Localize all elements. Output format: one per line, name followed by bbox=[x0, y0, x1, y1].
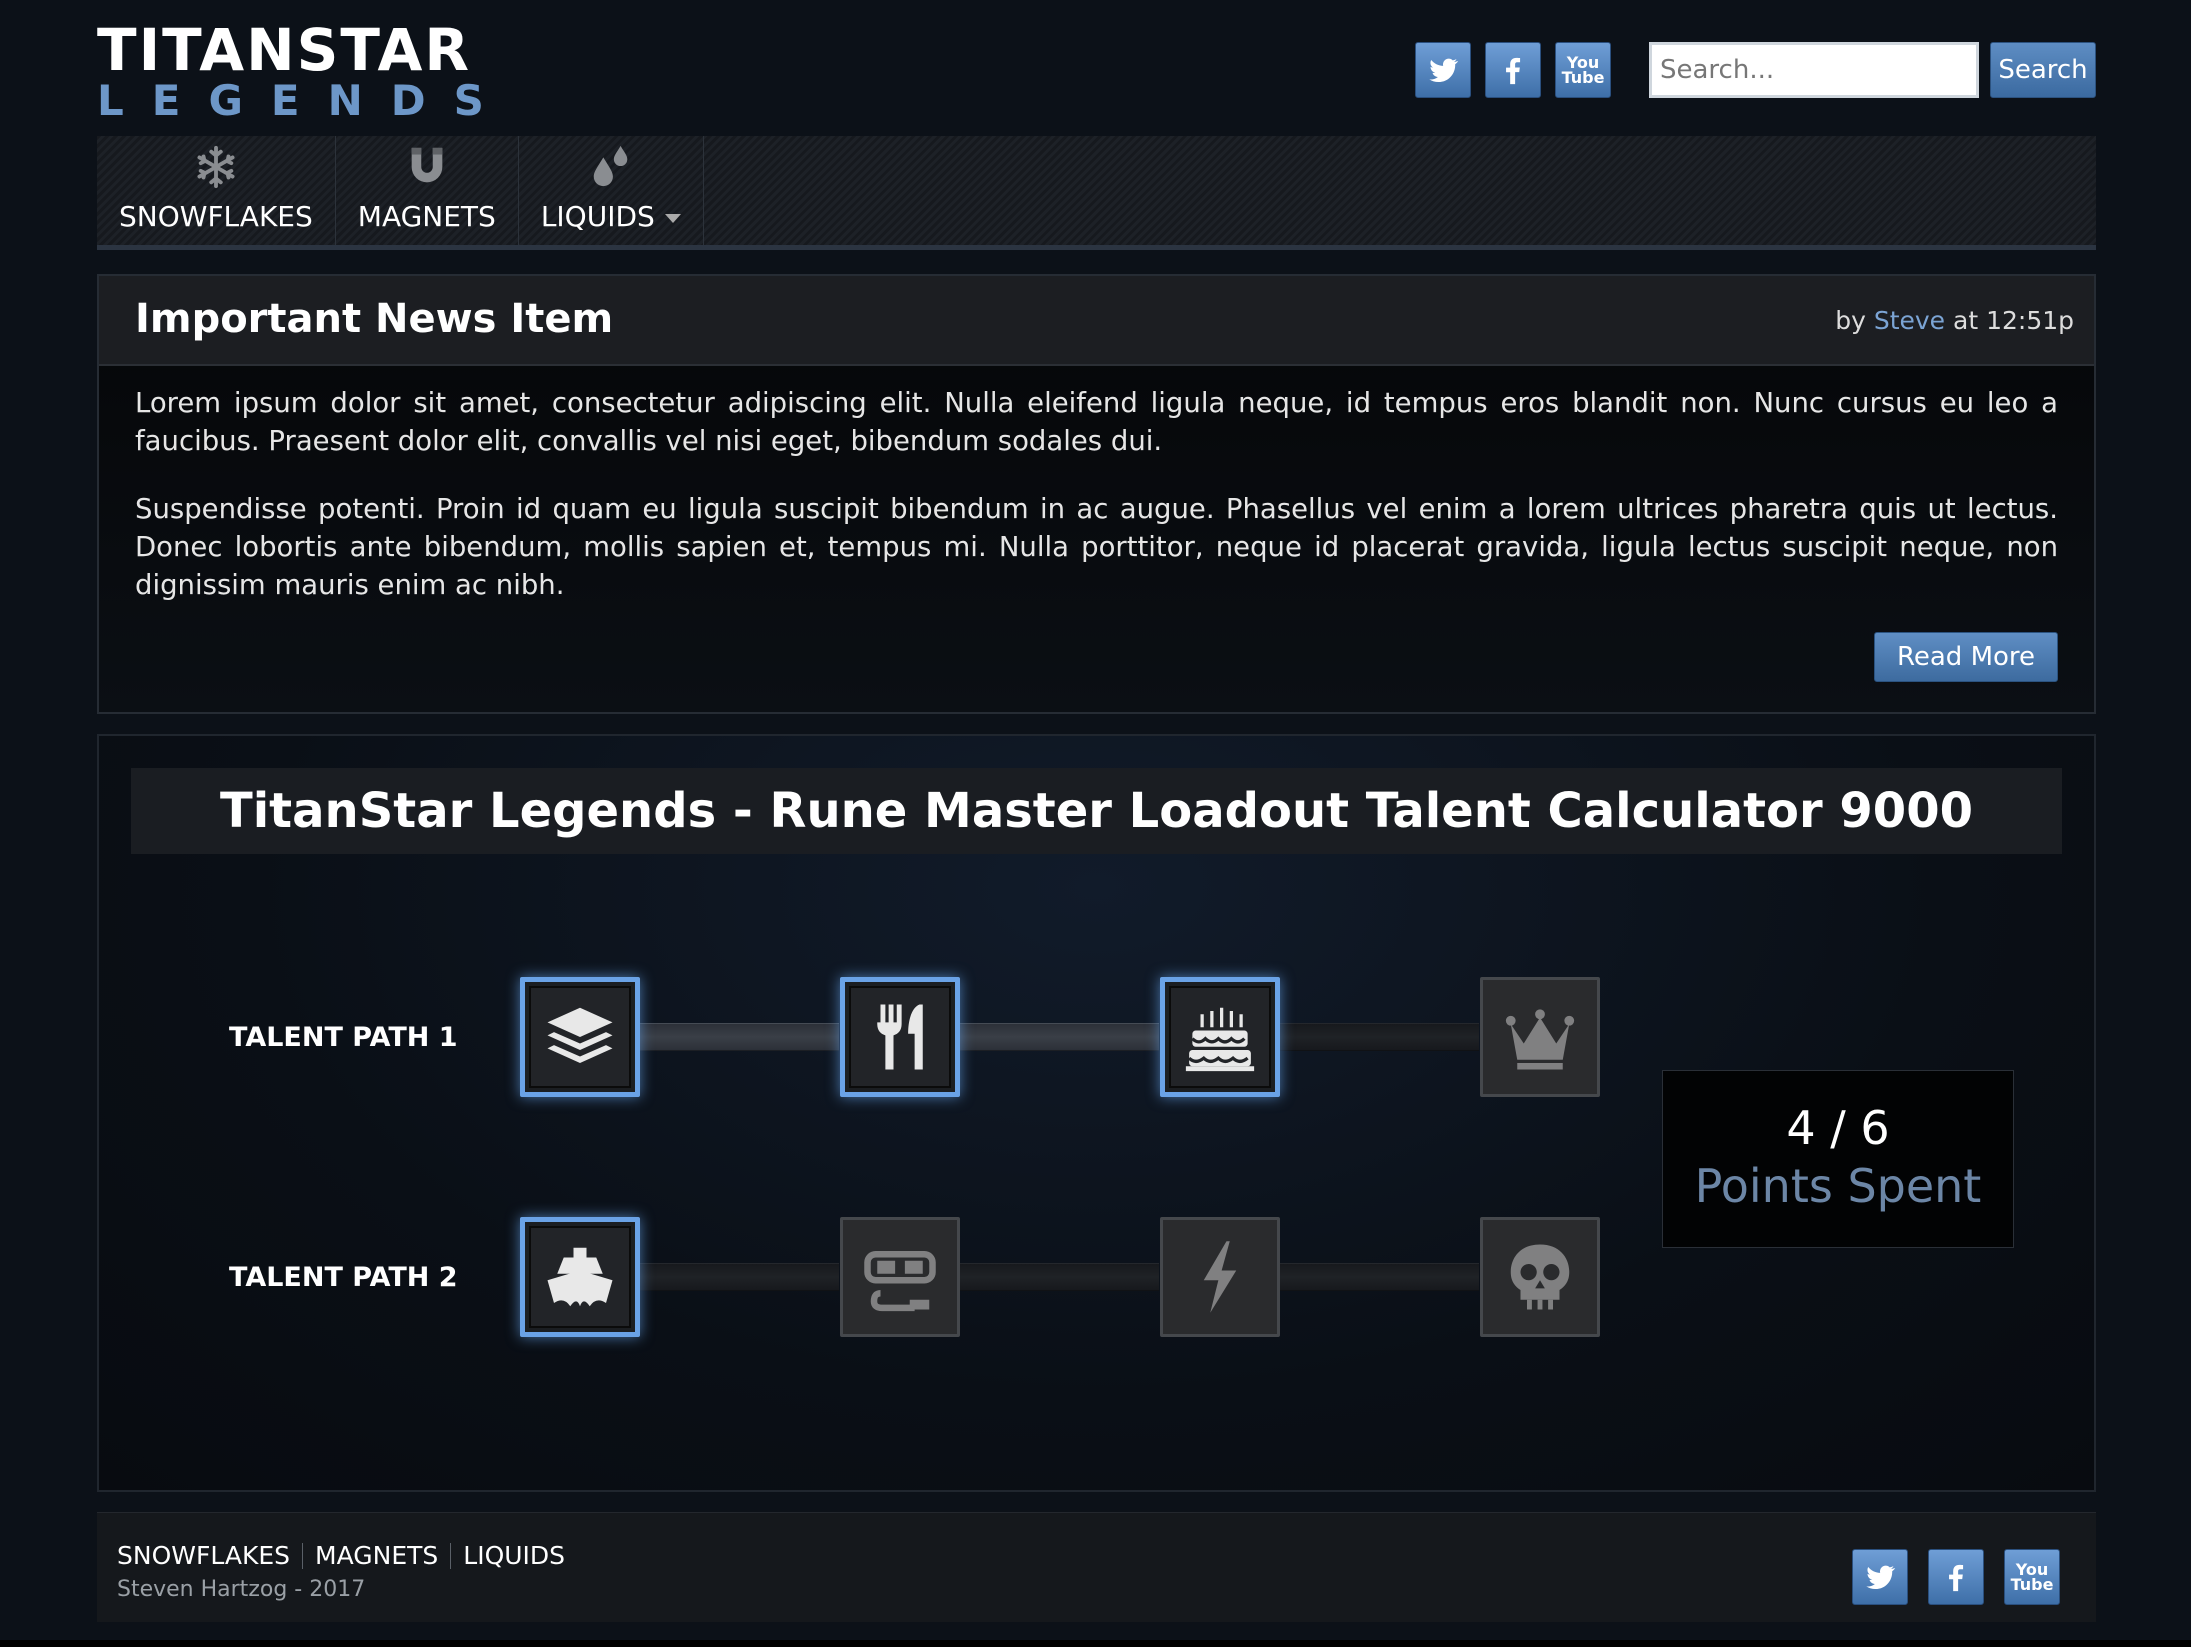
read-more-button[interactable]: Read More bbox=[1874, 632, 2058, 682]
search-input[interactable] bbox=[1649, 42, 1979, 98]
points-spent-label: Points Spent bbox=[1694, 1159, 1982, 1213]
nav-label-snowflakes: SNOWFLAKES bbox=[119, 200, 313, 233]
talent-path-2-label: TALENT PATH 2 bbox=[229, 1262, 458, 1293]
news-body: Lorem ipsum dolor sit amet, consectetur … bbox=[99, 366, 2094, 604]
news-title: Important News Item bbox=[135, 296, 614, 342]
facebook-button[interactable] bbox=[1928, 1549, 1984, 1605]
footer-links: SNOWFLAKES MAGNETS LIQUIDS bbox=[117, 1543, 577, 1569]
youtube-icon: You Tube bbox=[1561, 55, 1605, 87]
rune-lightning[interactable] bbox=[1160, 1217, 1280, 1337]
nav-item-liquids[interactable]: LIQUIDS bbox=[519, 136, 704, 245]
news-by: by bbox=[1835, 306, 1866, 335]
rune-cake[interactable] bbox=[1160, 977, 1280, 1097]
nav-item-snowflakes[interactable]: SNOWFLAKES bbox=[97, 136, 336, 245]
search-button[interactable]: Search bbox=[1990, 42, 2096, 98]
footer: SNOWFLAKES MAGNETS LIQUIDS Steven Hartzo… bbox=[97, 1512, 2096, 1622]
footer-link-magnets[interactable]: MAGNETS bbox=[303, 1543, 452, 1569]
rune-skull[interactable] bbox=[1480, 1217, 1600, 1337]
main-nav: SNOWFLAKES MAGNETS LIQUIDS bbox=[97, 136, 2096, 250]
youtube-icon: You Tube bbox=[2010, 1562, 2054, 1594]
scuba-mask-icon bbox=[864, 1251, 936, 1312]
magnet-icon bbox=[411, 147, 443, 183]
youtube-button[interactable]: You Tube bbox=[2004, 1549, 2060, 1605]
footer-link-snowflakes[interactable]: SNOWFLAKES bbox=[117, 1543, 304, 1569]
points-spent-value: 4 / 6 bbox=[1786, 1101, 1890, 1155]
talent-path-1-label: TALENT PATH 1 bbox=[229, 1022, 458, 1053]
twitter-button[interactable] bbox=[1852, 1549, 1908, 1605]
twitter-button[interactable] bbox=[1415, 42, 1471, 98]
crown-icon bbox=[1505, 1009, 1575, 1070]
nav-label-liquids: LIQUIDS bbox=[540, 200, 655, 233]
talent-calculator: TitanStar Legends - Rune Master Loadout … bbox=[97, 734, 2096, 1492]
ship-icon bbox=[547, 1247, 613, 1307]
facebook-button[interactable] bbox=[1485, 42, 1541, 98]
nav-label-magnets: MAGNETS bbox=[357, 200, 496, 233]
twitter-icon bbox=[1866, 1565, 1896, 1590]
twitter-icon bbox=[1429, 58, 1459, 83]
points-spent-panel: 4 / 6 Points Spent bbox=[1662, 1070, 2014, 1248]
news-header: Important News Item by Steve at 12:51p bbox=[99, 276, 2094, 366]
nav-item-magnets[interactable]: MAGNETS bbox=[336, 136, 519, 245]
logo-title: TITANSTAR bbox=[97, 16, 472, 84]
calculator-title-bar: TitanStar Legends - Rune Master Loadout … bbox=[131, 768, 2062, 854]
droplets-icon bbox=[593, 145, 628, 187]
talent-connector bbox=[959, 1263, 1159, 1291]
rune-crown[interactable] bbox=[1480, 977, 1600, 1097]
stack-icon bbox=[547, 1007, 613, 1063]
nav-label-liquids-wrap: LIQUIDS bbox=[541, 200, 681, 233]
bottom-strip bbox=[0, 1640, 2191, 1647]
skull-icon bbox=[1510, 1244, 1570, 1310]
lightning-icon bbox=[1203, 1241, 1237, 1313]
talent-connector bbox=[639, 1023, 839, 1051]
header-social-links: You Tube bbox=[1415, 42, 1611, 98]
footer-social-links: You Tube bbox=[1852, 1549, 2060, 1605]
fork-knife-icon bbox=[877, 1004, 923, 1070]
news-paragraph: Suspendisse potenti. Proin id quam eu li… bbox=[135, 493, 2058, 601]
rune-stack[interactable] bbox=[520, 977, 640, 1097]
facebook-icon bbox=[1506, 57, 1521, 85]
youtube-button[interactable]: You Tube bbox=[1555, 42, 1611, 98]
talent-connector bbox=[639, 1263, 839, 1291]
news-meta: by Steve at 12:51p bbox=[1835, 306, 2074, 335]
facebook-icon bbox=[1949, 1564, 1964, 1592]
snowflake-icon bbox=[197, 145, 235, 189]
chevron-down-icon bbox=[664, 213, 681, 223]
rune-ship[interactable] bbox=[520, 1217, 640, 1337]
copyright: Steven Hartzog - 2017 bbox=[117, 1577, 366, 1602]
talent-connector bbox=[1279, 1263, 1479, 1291]
footer-link-liquids[interactable]: LIQUIDS bbox=[451, 1543, 577, 1569]
page: TITANSTAR LEGENDS YouTube Search SNO bbox=[97, 0, 2096, 1647]
talent-connector bbox=[1279, 1023, 1479, 1051]
youtube-icon-text-bottom: Tube bbox=[1561, 68, 1605, 87]
news-author-link[interactable]: Steve bbox=[1874, 306, 1945, 335]
news-paragraph: Lorem ipsum dolor sit amet, consectetur … bbox=[135, 387, 2058, 457]
rune-scuba-mask[interactable] bbox=[840, 1217, 960, 1337]
youtube-icon-text-bottom: Tube bbox=[2010, 1575, 2054, 1594]
rune-fork-knife[interactable] bbox=[840, 977, 960, 1097]
cake-icon bbox=[1185, 1007, 1255, 1072]
logo[interactable]: TITANSTAR LEGENDS bbox=[97, 20, 512, 124]
news-time: at 12:51p bbox=[1953, 306, 2074, 335]
news-item: Important News Item by Steve at 12:51p L… bbox=[97, 274, 2096, 714]
logo-subtitle: LEGENDS bbox=[97, 76, 512, 125]
calculator-title: TitanStar Legends - Rune Master Loadout … bbox=[219, 783, 1973, 839]
talent-connector bbox=[959, 1023, 1159, 1051]
